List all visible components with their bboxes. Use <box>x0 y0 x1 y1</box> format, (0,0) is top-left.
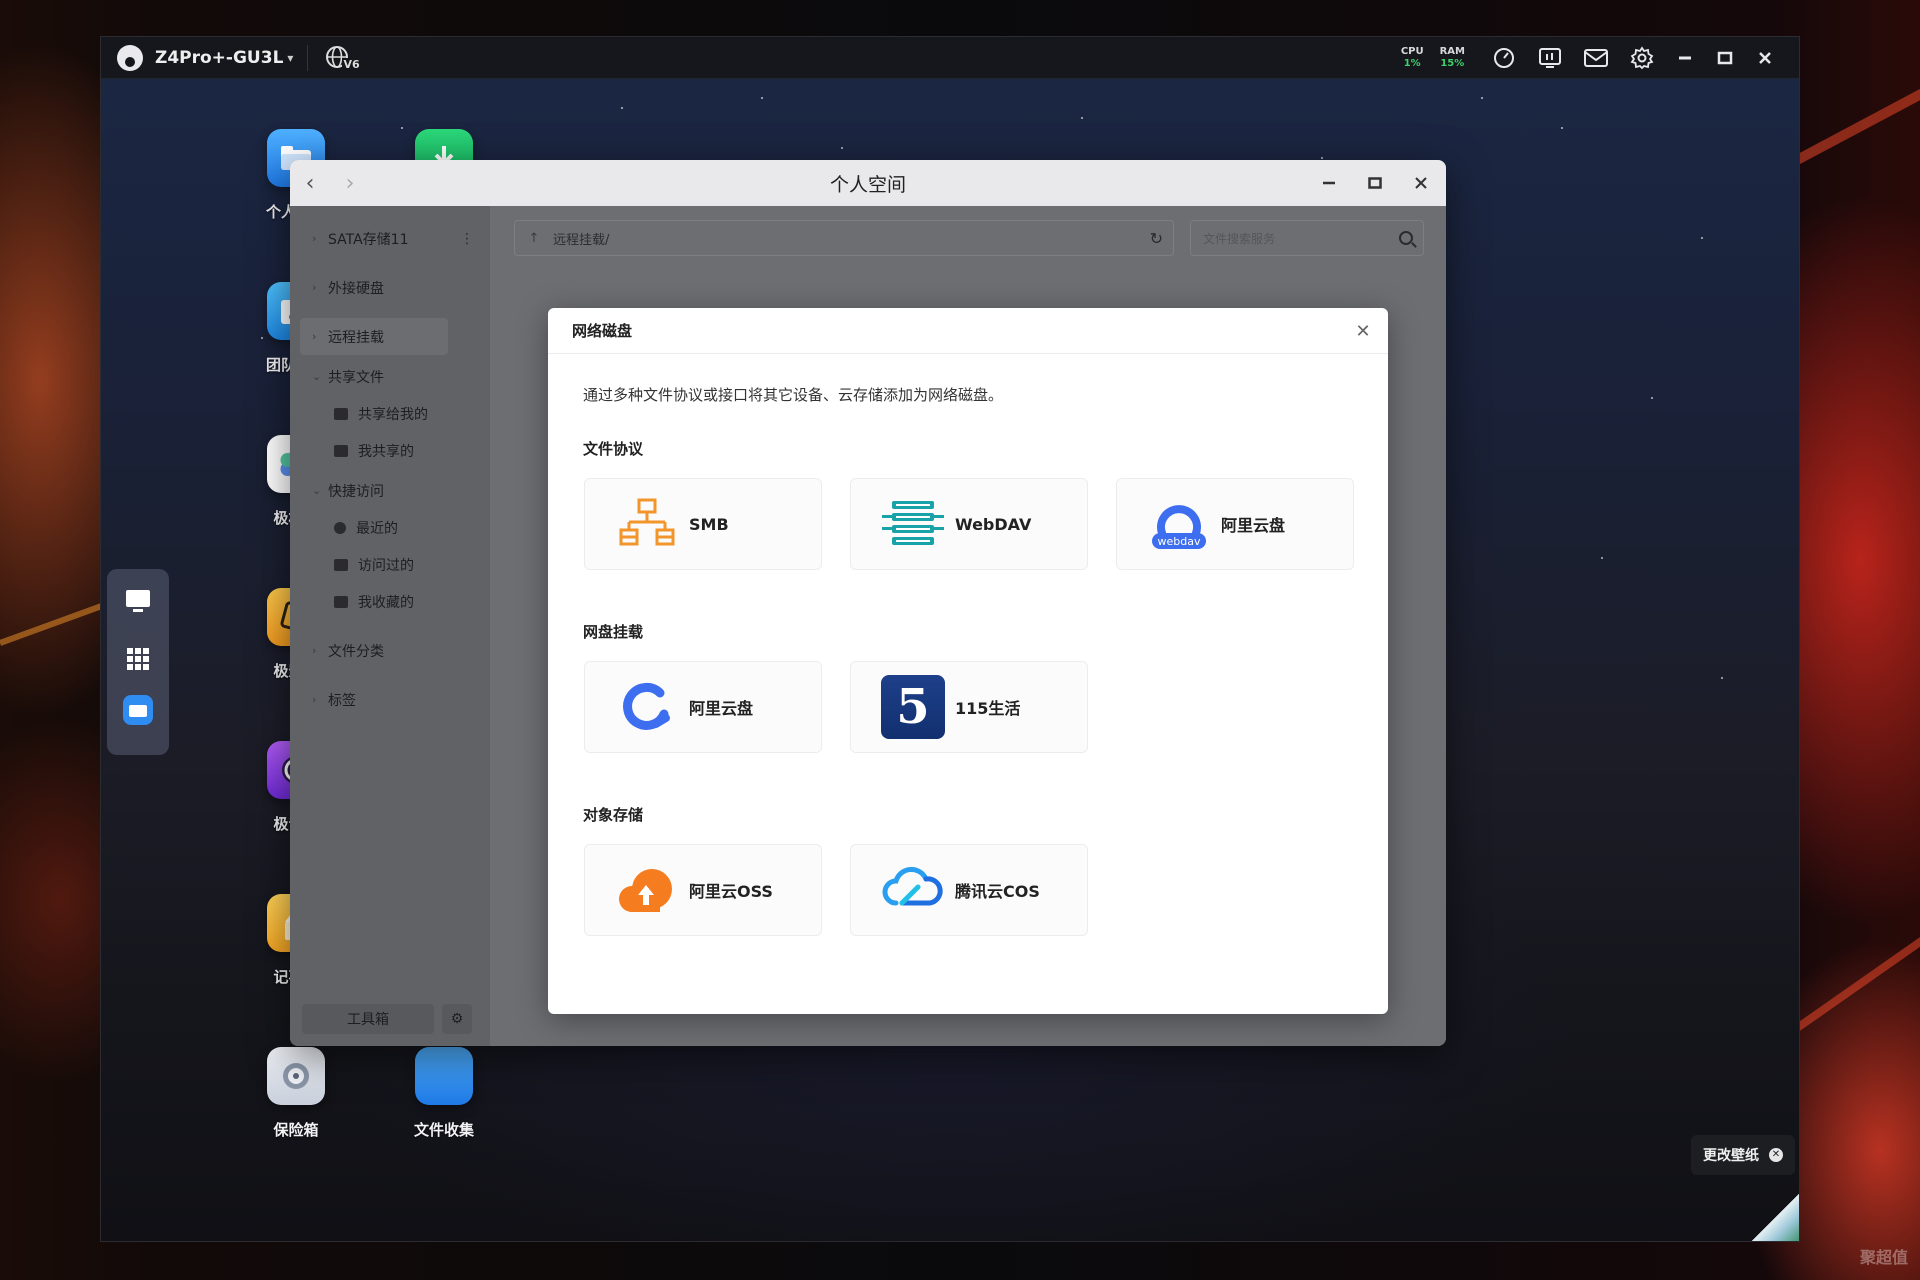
sidebar-item-shared-files[interactable]: ⌄ 共享文件 <box>290 358 490 395</box>
aliyun-webdav-icon: webdav <box>1147 492 1211 556</box>
section-title-cloud-mount: 网盘挂载 <box>583 623 644 641</box>
change-wallpaper-button[interactable]: 更改壁纸 ✕ <box>1691 1135 1795 1175</box>
monitor-icon[interactable] <box>1527 37 1573 79</box>
watermark: 聚超值 <box>1859 1248 1908 1267</box>
search-input[interactable]: 文件搜索服务 <box>1190 220 1424 256</box>
desktop-app-safe[interactable]: 保险箱 <box>241 1047 351 1140</box>
window-title: 个人空间 <box>829 173 906 196</box>
mount-card-115[interactable]: 5 115生活 <box>850 661 1088 753</box>
speedometer-icon[interactable] <box>1481 37 1527 79</box>
minimize-icon[interactable] <box>1306 160 1352 206</box>
sidebar-item-visited[interactable]: 访问过的 <box>290 546 490 583</box>
maximize-icon[interactable] <box>1352 160 1398 206</box>
share-folder-icon <box>334 444 348 457</box>
sidebar-item-recent[interactable]: 最近的 <box>290 509 490 546</box>
window-titlebar: ‹ › 个人空间 <box>290 160 1446 206</box>
star-folder-icon <box>334 595 348 608</box>
sidebar: › SATA存储11 ⋮ › 外接硬盘 › 远程挂载 ⌄ 共享文件 共享给我的 我共享的 … <box>290 206 490 1046</box>
storage-card-aliyun-oss[interactable]: 阿里云OSS <box>584 844 822 936</box>
storage-card-tencent-cos[interactable]: 腾讯云COS <box>850 844 1088 936</box>
sidebar-item-sata-storage[interactable]: › SATA存储11 ⋮ <box>290 220 490 257</box>
close-icon[interactable] <box>1745 37 1785 79</box>
desktop-monitor-icon[interactable] <box>116 579 160 623</box>
cpu-usage: CPU 1% <box>1400 45 1424 69</box>
search-placeholder: 文件搜索服务 <box>1203 231 1276 246</box>
app-grid-icon[interactable] <box>116 637 160 681</box>
close-icon[interactable]: ✕ <box>1350 318 1376 344</box>
115-icon: 5 <box>881 675 945 739</box>
close-icon[interactable]: ✕ <box>1769 1148 1783 1162</box>
close-icon[interactable] <box>1398 160 1444 206</box>
sidebar-item-my-shares[interactable]: 我共享的 <box>290 432 490 469</box>
webdav-badge-text: webdav <box>1157 535 1201 548</box>
back-arrow-icon[interactable]: ‹ <box>290 171 330 196</box>
dialog-description: 通过多种文件协议或接口将其它设备、云存储添加为网络磁盘。 <box>583 386 1004 404</box>
aliyun-drive-icon <box>615 675 679 739</box>
sidebar-item-favorites[interactable]: 我收藏的 <box>290 583 490 620</box>
mail-icon[interactable] <box>1573 37 1619 79</box>
section-title-file-protocol: 文件协议 <box>583 440 644 458</box>
current-path: 远程挂载/ <box>553 232 610 248</box>
sidebar-item-tags[interactable]: › 标签 <box>290 681 490 718</box>
up-arrow-icon[interactable]: ↑ <box>515 231 553 246</box>
smb-network-icon <box>615 492 679 556</box>
app-label: 保险箱 <box>273 1121 319 1139</box>
divider <box>307 44 309 71</box>
sidebar-item-quick-access[interactable]: ⌄ 快捷访问 <box>290 472 490 509</box>
minimize-icon[interactable] <box>1665 37 1705 79</box>
sidebar-item-remote-mount[interactable]: › 远程挂载 <box>300 318 448 355</box>
aliyun-oss-icon <box>615 858 679 922</box>
gear-icon[interactable]: ⚙ <box>442 1004 472 1034</box>
mount-card-aliyun-drive[interactable]: 阿里云盘 <box>584 661 822 753</box>
section-title-object-storage: 对象存储 <box>583 806 644 824</box>
folder-icon[interactable] <box>123 695 153 725</box>
safe-icon <box>267 1047 325 1105</box>
share-folder-icon <box>334 407 348 420</box>
app-label: 文件收集 <box>413 1121 474 1139</box>
115-digit: 5 <box>896 679 930 735</box>
more-options-icon[interactable]: ⋮ <box>460 231 474 247</box>
user-avatar-icon[interactable] <box>117 44 143 71</box>
webdav-server-icon <box>881 492 945 556</box>
gear-icon[interactable] <box>1619 37 1665 79</box>
dialog-title: 网络磁盘 <box>572 322 633 340</box>
maximize-icon[interactable] <box>1705 37 1745 79</box>
sidebar-item-shared-with-me[interactable]: 共享给我的 <box>290 395 490 432</box>
sidebar-item-file-categories[interactable]: › 文件分类 <box>290 632 490 669</box>
dialog-header: 网络磁盘 ✕ <box>548 308 1388 354</box>
protocol-card-smb[interactable]: SMB <box>584 478 822 570</box>
path-bar[interactable]: ↑ 远程挂载/ ↻ <box>514 220 1174 256</box>
ram-usage: RAM 15% <box>1439 45 1465 69</box>
side-dock <box>107 569 169 755</box>
tencent-cos-icon <box>881 858 945 922</box>
forward-arrow-icon[interactable]: › <box>330 171 370 196</box>
chevron-down-icon[interactable]: ▾ <box>287 51 293 65</box>
top-bar: Z4Pro+-GU3L ▾ V6 CPU 1% RAM 15% <box>101 37 1799 79</box>
protocol-card-aliyun-webdav[interactable]: webdav 阿里云盘 <box>1116 478 1354 570</box>
device-name[interactable]: Z4Pro+-GU3L <box>155 48 283 68</box>
wallpaper-label: 更改壁纸 <box>1703 1148 1759 1164</box>
history-icon <box>334 558 348 571</box>
page-curl-decoration[interactable] <box>1751 1189 1799 1241</box>
toolbox-button[interactable]: 工具箱 <box>302 1004 434 1034</box>
ipv6-badge: V6 <box>342 57 361 71</box>
desktop-app-file-collect[interactable]: 文件收集 <box>389 1047 499 1140</box>
refresh-icon[interactable]: ↻ <box>1150 229 1163 248</box>
search-icon[interactable] <box>1399 231 1413 245</box>
protocol-card-webdav[interactable]: WebDAV <box>850 478 1088 570</box>
file-collect-icon <box>415 1047 473 1105</box>
globe-network-icon[interactable]: V6 <box>324 44 361 72</box>
network-disk-dialog: 网络磁盘 ✕ 通过多种文件协议或接口将其它设备、云存储添加为网络磁盘。 文件协议… <box>548 308 1388 1014</box>
clock-icon <box>334 521 346 534</box>
sidebar-item-external-drive[interactable]: › 外接硬盘 <box>290 269 490 306</box>
